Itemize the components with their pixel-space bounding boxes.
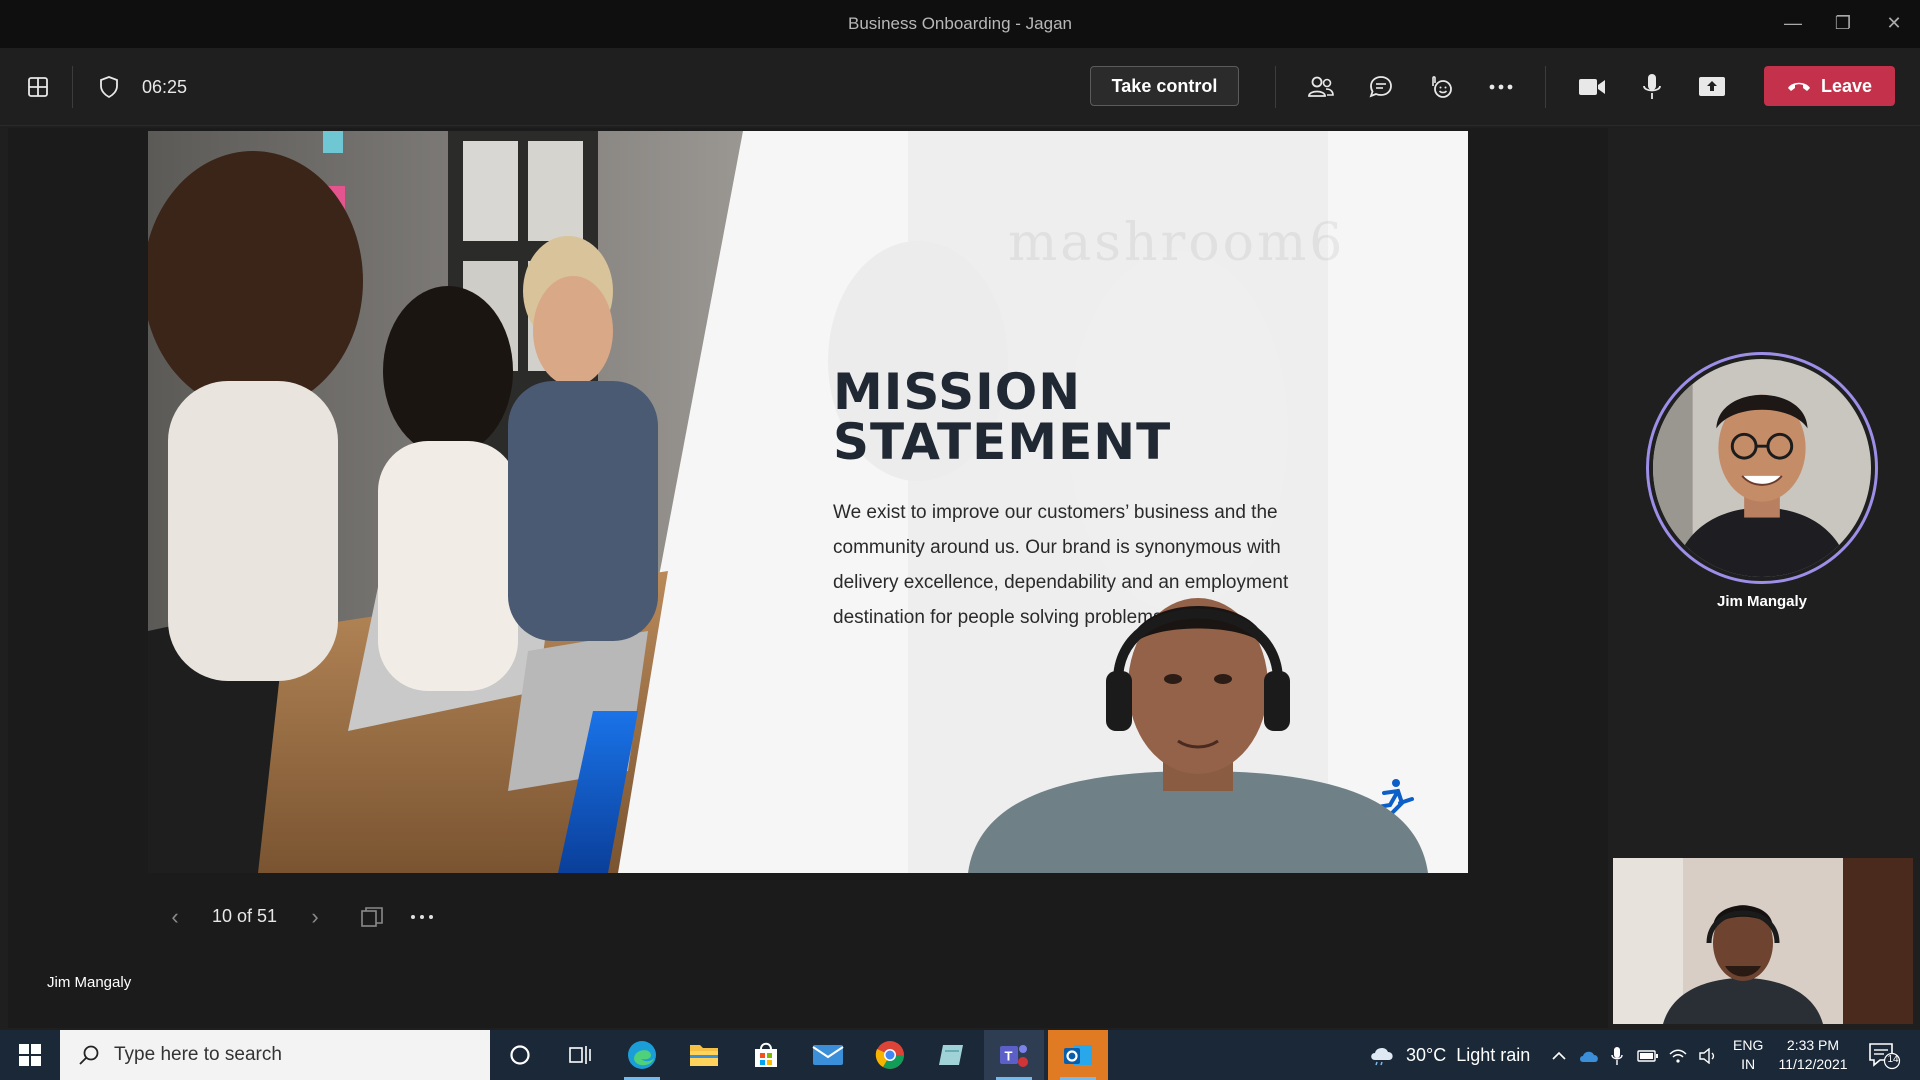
take-control-button[interactable]: Take control — [1090, 66, 1239, 106]
presentation-slide: mashroom6 MISSION STATEMENT We exist to … — [148, 131, 1468, 873]
next-slide-icon[interactable]: › — [300, 900, 330, 934]
presenter-name: Jim Mangaly — [47, 974, 132, 991]
taskbar-search-input[interactable]: Type here to search — [60, 1030, 490, 1080]
chat-icon[interactable] — [1364, 70, 1398, 104]
taskbar-clock[interactable]: 2:33 PM 11/12/2021 — [1773, 1036, 1853, 1074]
meeting-toolbar: 06:25 Take control Leave — [0, 48, 1920, 126]
self-video — [1613, 858, 1913, 1024]
presenter-video — [968, 598, 1428, 873]
volume-icon[interactable] — [1697, 1045, 1719, 1067]
previous-slide-icon[interactable]: ‹ — [160, 900, 190, 934]
search-icon — [79, 1045, 99, 1065]
wifi-icon[interactable] — [1667, 1045, 1689, 1067]
task-view-icon[interactable] — [550, 1030, 610, 1080]
mail-icon[interactable] — [798, 1030, 858, 1080]
windows-start-icon[interactable] — [0, 1030, 60, 1080]
svg-text:T: T — [1005, 1049, 1013, 1064]
camera-icon[interactable] — [1575, 70, 1609, 104]
notification-center-icon[interactable]: 14 — [1866, 1040, 1902, 1070]
chrome-icon[interactable] — [860, 1030, 920, 1080]
minimize-icon[interactable]: — — [1780, 10, 1806, 36]
weather-temp: 30°C — [1406, 1044, 1447, 1065]
leave-label: Leave — [1820, 75, 1873, 96]
divider — [72, 66, 73, 108]
divider — [1545, 66, 1546, 108]
participant-tile[interactable] — [1646, 352, 1878, 584]
avatar — [1653, 359, 1871, 577]
weather-widget[interactable]: 30°C Light rain — [1368, 1030, 1530, 1080]
clock-time: 2:33 PM — [1786, 1037, 1840, 1053]
battery-icon[interactable] — [1637, 1045, 1659, 1067]
restore-icon[interactable]: ❐ — [1830, 10, 1856, 36]
leave-button[interactable]: Leave — [1764, 66, 1895, 106]
search-placeholder: Type here to search — [114, 1044, 282, 1065]
slide-more-options-icon[interactable] — [400, 900, 444, 934]
participants-icon[interactable] — [1304, 70, 1338, 104]
show-hidden-icons-icon[interactable] — [1548, 1045, 1570, 1067]
window-title: Business Onboarding - Jagan — [848, 14, 1072, 33]
divider — [1275, 66, 1276, 108]
lang-line1: ENG — [1733, 1037, 1764, 1053]
clock-date: 11/12/2021 — [1778, 1056, 1848, 1072]
slide-watermark: mashroom6 — [1008, 213, 1346, 273]
share-screen-icon[interactable] — [1695, 70, 1729, 104]
notes-icon[interactable] — [922, 1030, 982, 1080]
title-bar: Business Onboarding - Jagan — ❐ ✕ — [0, 0, 1920, 48]
weather-text: Light rain — [1456, 1044, 1531, 1065]
close-icon[interactable]: ✕ — [1881, 10, 1907, 36]
mic-icon[interactable] — [1635, 70, 1669, 104]
participant-name: Jim Mangaly — [1716, 593, 1808, 610]
microphone-tray-icon[interactable] — [1606, 1045, 1628, 1067]
store-icon[interactable] — [736, 1030, 796, 1080]
phone-hangup-icon — [1787, 82, 1810, 91]
language-indicator[interactable]: ENG IN — [1733, 1036, 1763, 1074]
slide-title-line2: STATEMENT — [833, 413, 1172, 471]
file-explorer-icon[interactable] — [674, 1030, 734, 1080]
teams-icon[interactable]: T — [984, 1030, 1044, 1080]
slide-title-line1: MISSION — [833, 363, 1082, 421]
meeting-timer: 06:25 — [142, 77, 188, 97]
slide-title: MISSION STATEMENT — [833, 367, 1171, 467]
more-options-icon[interactable] — [1484, 70, 1518, 104]
onedrive-icon[interactable] — [1578, 1045, 1600, 1067]
slide-thumbnails-icon[interactable] — [350, 900, 394, 934]
outlook-icon[interactable] — [1048, 1030, 1108, 1080]
edge-icon[interactable] — [612, 1030, 672, 1080]
notification-count: 14 — [1887, 1054, 1899, 1065]
slide-counter: 10 of 51 — [212, 906, 278, 926]
cortana-icon[interactable] — [490, 1030, 550, 1080]
lang-line2: IN — [1741, 1056, 1756, 1072]
reactions-icon[interactable] — [1424, 70, 1458, 104]
layout-icon[interactable] — [21, 70, 55, 104]
cloud-rain-icon — [1371, 1047, 1393, 1066]
shield-icon[interactable] — [92, 70, 126, 104]
windows-taskbar: Type here to search T 30°C Light rain EN… — [0, 1030, 1920, 1080]
